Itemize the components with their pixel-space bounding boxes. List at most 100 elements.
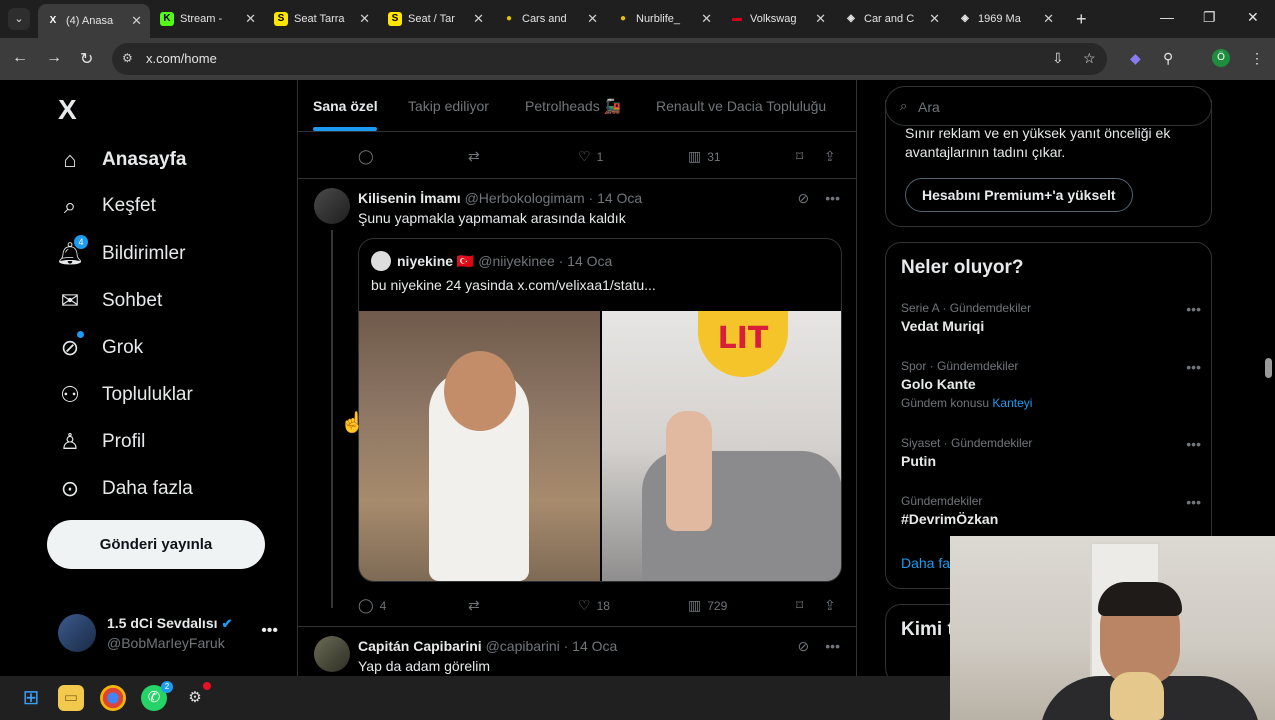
more-dots-icon[interactable]: ••• (1186, 301, 1201, 317)
trend-item[interactable]: Serie A · Gündemdekiler Vedat Muriqi ••• (901, 301, 1201, 334)
more-dots-icon[interactable]: ••• (1186, 436, 1201, 452)
nav-item-home[interactable]: ⌂ Anasayfa (56, 140, 186, 180)
profile-avatar[interactable]: Ö (1212, 49, 1230, 67)
browser-tab-cars[interactable]: ● Cars and ✕ (494, 4, 606, 34)
tab-close-icon[interactable]: ✕ (245, 11, 256, 27)
tweet-date[interactable]: · 14 Oca (564, 638, 618, 654)
browser-tab-car-and[interactable]: ◈ Car and C ✕ (836, 4, 948, 34)
tweet-author-name[interactable]: Kilisenin İmamı (358, 190, 461, 206)
bookmark-button[interactable]: ⌑ (796, 148, 803, 165)
more-dots-icon[interactable]: ••• (1186, 494, 1201, 510)
trend-item[interactable]: Siyaset · Gündemdekiler Putin ••• (901, 436, 1201, 469)
tab-following[interactable]: Takip ediliyor (408, 98, 489, 114)
avatar[interactable] (314, 636, 350, 672)
repost-button[interactable]: ⇄ (468, 148, 480, 165)
trend-sub-link[interactable]: Kanteyi (992, 396, 1032, 410)
nav-item-more[interactable]: ⊙ Daha fazla (56, 469, 193, 509)
more-dots-icon[interactable]: ••• (1186, 359, 1201, 375)
repost-button[interactable]: ⇄ (468, 597, 480, 614)
whatsapp-icon[interactable]: ✆ 2 (141, 681, 173, 711)
address-bar[interactable]: ⚙ x.com/home (112, 43, 1107, 75)
tab-search-button[interactable]: ⌄ (8, 8, 30, 30)
tweet-date[interactable]: · 14 Oca (589, 190, 643, 206)
photo-selfie[interactable]: LIT (602, 311, 841, 581)
tab-close-icon[interactable]: ✕ (587, 11, 598, 27)
windows-start-icon[interactable]: ⊞ (18, 685, 44, 711)
tab-renault-dacia[interactable]: Renault ve Dacia Topluluğu (656, 98, 826, 114)
tab-close-icon[interactable]: ✕ (815, 11, 826, 27)
nav-item-messages[interactable]: ✉ Sohbet (56, 281, 162, 321)
extension-icon[interactable]: ◆ (1130, 50, 1141, 67)
reload-icon[interactable]: ↻ (80, 49, 93, 69)
more-dots-icon[interactable]: ••• (261, 622, 278, 640)
grok-icon[interactable]: ⊘ (798, 190, 810, 207)
file-explorer-icon[interactable]: ▭ (58, 685, 84, 711)
account-switcher[interactable]: 1.5 dCi Sevdalısı ✔ @BobMarIeyFaruk ••• (58, 612, 288, 656)
show-more-link[interactable]: Daha fa (901, 555, 950, 571)
trend-item[interactable]: Spor · Gündemdekiler Golo Kante Gündem k… (901, 359, 1201, 410)
install-app-icon[interactable]: ⇩ (1052, 50, 1064, 67)
nav-item-communities[interactable]: ⚇ Topluluklar (56, 375, 193, 415)
premium-upgrade-button[interactable]: Hesabını Premium+'a yükselt (905, 178, 1133, 212)
nav-item-profile[interactable]: ♙ Profil (56, 422, 145, 462)
quoted-tweet[interactable]: niyekine 🇹🇷 @niiyekinee · 14 Oca bu niye… (358, 238, 842, 582)
reply-button[interactable]: ◯ 4 (358, 597, 386, 614)
share-button[interactable]: ⇪ (824, 148, 836, 165)
trend-name: Putin (901, 453, 936, 469)
search-placeholder[interactable]: Ara (918, 99, 940, 115)
search-input[interactable]: ⌕ Ara (885, 86, 1212, 126)
browser-tab-seat-2[interactable]: S Seat / Tar ✕ (380, 4, 492, 34)
minimize-icon[interactable]: — (1160, 9, 1174, 25)
scrollbar-thumb[interactable] (1265, 358, 1272, 378)
more-dots-icon[interactable]: ••• (825, 638, 840, 655)
back-icon[interactable]: ← (12, 49, 28, 67)
tab-petrolheads[interactable]: Petrolheads 🚂 (525, 98, 621, 115)
trend-item[interactable]: Gündemdekiler #DevrimÖzkan ••• (901, 494, 1201, 527)
tab-close-icon[interactable]: ✕ (1043, 11, 1054, 27)
like-button[interactable]: ♡ 18 (578, 597, 610, 614)
tweet-author-handle[interactable]: @capibarini (486, 638, 560, 654)
url-text[interactable]: x.com/home (146, 51, 217, 66)
extensions-puzzle-icon[interactable]: ⚲ (1163, 50, 1173, 67)
browser-tab-volkswagen[interactable]: ▬ Volkswag ✕ (722, 4, 834, 34)
views-button[interactable]: ▥ 729 (688, 597, 727, 614)
tab-close-icon[interactable]: ✕ (473, 11, 484, 27)
browser-tab-nurblife[interactable]: ● Nurblife_ ✕ (608, 4, 720, 34)
tab-close-icon[interactable]: ✕ (701, 11, 712, 27)
tweet-author-handle[interactable]: @Herbokologimam (465, 190, 585, 206)
x-logo[interactable]: X (58, 94, 77, 126)
bookmark-star-icon[interactable]: ☆ (1083, 50, 1096, 67)
browser-tab-x[interactable]: X (4) Anasa ✕ (38, 4, 150, 38)
browser-tab-stream[interactable]: K Stream - ✕ (152, 4, 264, 34)
post-button[interactable]: Gönderi yayınla (47, 520, 265, 569)
tweet-author-name[interactable]: Capitán Capibarini (358, 638, 482, 654)
bookmark-button[interactable]: ⌑ (796, 597, 803, 614)
quote-media[interactable]: LIT (359, 311, 841, 581)
grok-icon[interactable]: ⊘ (798, 638, 810, 655)
nav-item-notifications[interactable]: 🔔︎ 4 Bildirimler (56, 234, 185, 274)
nav-item-grok[interactable]: ⊘ Grok (56, 328, 143, 368)
new-tab-button[interactable]: + (1076, 9, 1087, 30)
tab-for-you[interactable]: Sana özel (313, 98, 378, 114)
photo-child[interactable] (359, 311, 600, 581)
share-button[interactable]: ⇪ (824, 597, 836, 614)
browser-menu-icon[interactable]: ⋮ (1250, 50, 1264, 67)
more-dots-icon[interactable]: ••• (825, 190, 840, 207)
restore-icon[interactable]: ❐ (1203, 9, 1216, 26)
browser-tab-1969[interactable]: ◈ 1969 Ma ✕ (950, 4, 1062, 34)
reply-button[interactable]: ◯ (358, 148, 374, 165)
tab-close-icon[interactable]: ✕ (929, 11, 940, 27)
views-button[interactable]: ▥ 31 (688, 148, 721, 165)
chrome-icon[interactable] (100, 685, 126, 711)
nav-item-explore[interactable]: ⌕ Keşfet (56, 186, 156, 226)
reply-icon: ◯ (358, 148, 374, 164)
site-info-icon[interactable]: ⚙ (122, 51, 133, 65)
tab-close-icon[interactable]: ✕ (131, 13, 142, 29)
avatar[interactable] (314, 188, 350, 224)
tab-close-icon[interactable]: ✕ (359, 11, 370, 27)
like-button[interactable]: ♡ 1 (578, 148, 603, 165)
close-window-icon[interactable]: ✕ (1247, 9, 1259, 26)
settings-gear-icon[interactable]: ⚙ (182, 682, 211, 711)
browser-tab-seat-1[interactable]: S Seat Tarra ✕ (266, 4, 378, 34)
forward-icon[interactable]: → (46, 49, 62, 67)
